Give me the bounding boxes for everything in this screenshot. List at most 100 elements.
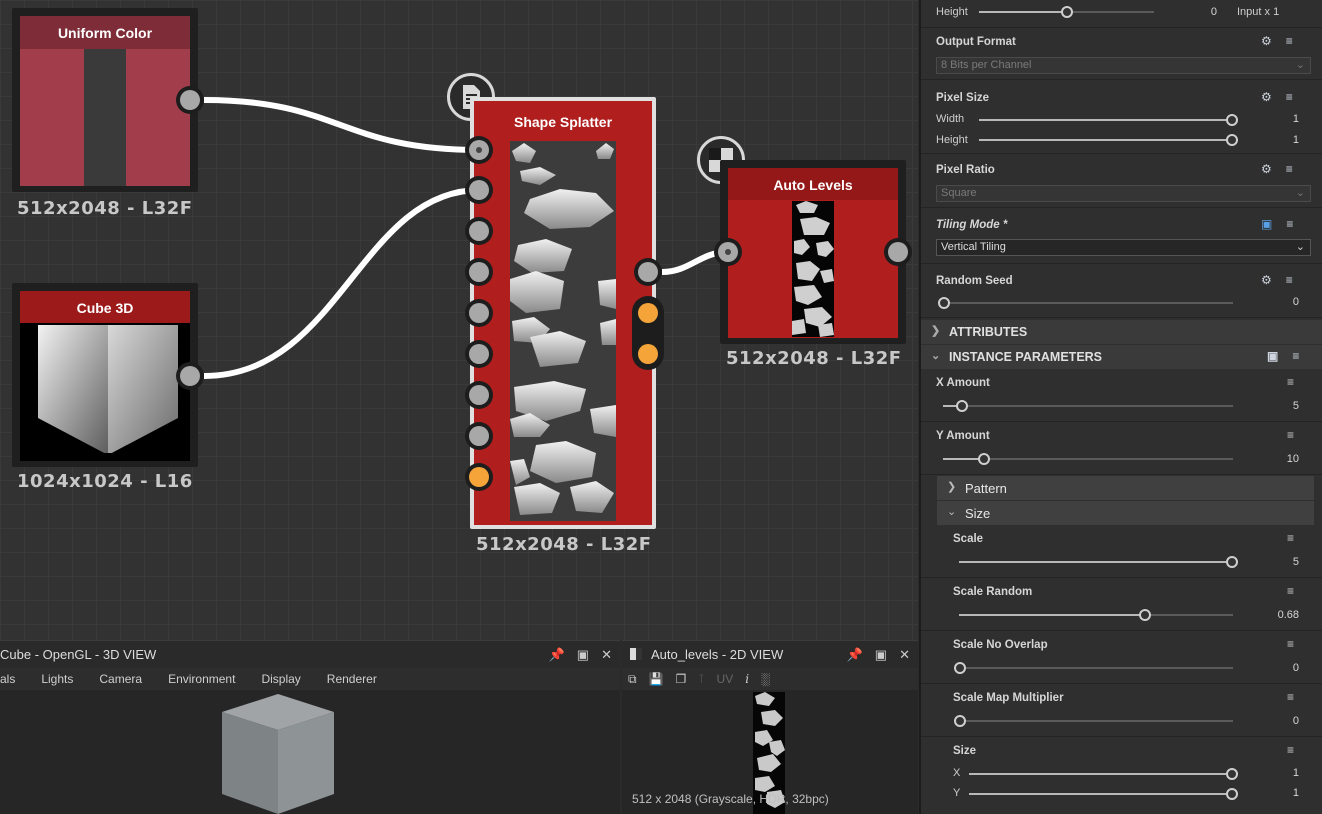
size-y-value[interactable]: 1 [1259,787,1299,799]
x-amount-slider-handle[interactable] [956,400,968,412]
float-window-icon[interactable]: ▣ [577,647,589,663]
output-format-dropdown[interactable]: 8 Bits per Channel ⌄ [936,57,1311,74]
float-window-icon[interactable]: ▣ [875,647,887,663]
scale-slider[interactable] [959,556,1238,568]
share-icon[interactable]: ⊺ [698,672,704,686]
random-seed-slider-handle[interactable] [938,297,950,309]
size-x-slider[interactable] [969,768,1238,780]
size-x-value[interactable]: 1 [1259,767,1299,779]
shape-splatter-output-2[interactable] [634,299,662,327]
scale-no-overlap-value[interactable]: 0 [1259,662,1299,674]
scale-map-multiplier-slider-handle[interactable] [954,715,966,727]
inherit-icon[interactable]: ⚙ [1261,273,1272,287]
save-icon[interactable]: 💾 [649,672,664,686]
uv-dropdown[interactable]: UV [717,672,734,686]
shape-splatter-input-8[interactable] [465,422,493,450]
auto-levels-output-port[interactable] [884,238,912,266]
options-icon[interactable]: ≡ [1287,743,1294,757]
options-icon[interactable]: ≡ [1286,90,1293,104]
instance-parameters-section[interactable]: ⌄ INSTANCE PARAMETERS ▣ ≡ [921,345,1322,369]
height-slider[interactable] [979,6,1154,18]
shape-splatter-input-4[interactable] [465,258,493,286]
size-group[interactable]: ⌄ Size [937,501,1314,525]
shape-splatter-input-9[interactable] [465,463,493,491]
menu-lights[interactable]: Lights [41,672,73,686]
options-icon[interactable]: ≡ [1287,690,1294,704]
pattern-group[interactable]: ❯ Pattern [937,476,1314,500]
view2d-viewport[interactable]: 512 x 2048 (Grayscale, HDR, 32bpc) [622,690,918,814]
menu-renderer[interactable]: Renderer [327,672,377,686]
shape-splatter-input-3[interactable] [465,217,493,245]
pixel-size-width-slider[interactable] [979,114,1238,126]
options-icon[interactable]: ≡ [1287,531,1294,545]
shape-splatter-input-2[interactable] [465,176,493,204]
random-seed-value[interactable]: 0 [1259,296,1299,308]
pixel-size-height-slider[interactable] [979,134,1238,146]
shape-splatter-input-5[interactable] [465,299,493,327]
shape-splatter-input-7[interactable] [465,381,493,409]
view3d-viewport[interactable] [0,690,620,814]
menu-camera[interactable]: Camera [99,672,142,686]
shape-splatter-node[interactable]: Shape Splatter [470,97,656,529]
y-amount-slider-handle[interactable] [978,453,990,465]
scale-random-slider-handle[interactable] [1139,609,1151,621]
scale-value[interactable]: 5 [1259,556,1299,568]
shape-splatter-output-1[interactable] [634,258,662,286]
options-icon[interactable]: ≡ [1292,349,1299,363]
size-y-slider[interactable] [969,788,1238,800]
scale-no-overlap-slider-handle[interactable] [954,662,966,674]
scale-slider-handle[interactable] [1226,556,1238,568]
options-icon[interactable]: ≡ [1287,637,1294,651]
preset-icon[interactable]: ▣ [1267,349,1278,363]
menu-environment[interactable]: Environment [168,672,235,686]
menu-display[interactable]: Display [261,672,300,686]
scale-map-multiplier-slider[interactable] [954,715,1233,727]
attributes-section[interactable]: ❯ ATTRIBUTES [921,320,1322,344]
y-amount-value[interactable]: 10 [1259,453,1299,465]
height-slider-handle[interactable] [1226,134,1238,146]
cube-3d-node[interactable]: Cube 3D [12,283,198,467]
pixel-size-height-value[interactable]: 1 [1259,134,1299,146]
x-amount-value[interactable]: 5 [1259,400,1299,412]
size-y-slider-handle[interactable] [1226,788,1238,800]
close-icon[interactable]: ✕ [601,647,612,663]
tiling-mode-dropdown[interactable]: Vertical Tiling ⌄ [936,239,1311,256]
inherit-icon[interactable]: ⚙ [1261,34,1272,48]
uniform-color-node[interactable]: Uniform Color [12,8,198,192]
height-slider-handle[interactable] [1061,6,1073,18]
scale-random-slider[interactable] [959,609,1233,621]
options-icon[interactable]: ≡ [1286,162,1293,176]
options-icon[interactable]: ≡ [1286,217,1293,231]
size-x-slider-handle[interactable] [1226,768,1238,780]
info-icon[interactable]: i [745,672,749,686]
scale-map-multiplier-value[interactable]: 0 [1259,715,1299,727]
pixel-ratio-dropdown[interactable]: Square ⌄ [936,185,1311,202]
scale-random-value[interactable]: 0.68 [1259,609,1299,621]
copy-view-icon[interactable]: ⧉ [628,672,637,687]
close-icon[interactable]: ✕ [899,647,910,663]
shape-splatter-input-6[interactable] [465,340,493,368]
pixel-size-width-value[interactable]: 1 [1259,113,1299,125]
copy-icon[interactable]: ❐ [676,672,687,686]
inherit-icon[interactable]: ⚙ [1261,162,1272,176]
width-slider-handle[interactable] [1226,114,1238,126]
options-icon[interactable]: ≡ [1287,428,1294,442]
graph-canvas[interactable]: Uniform Color 512x2048 - L32F Cube 3D 10… [0,0,918,640]
inherit-active-icon[interactable]: ▣ [1261,217,1272,231]
scale-no-overlap-slider[interactable] [954,662,1233,674]
uniform-color-output-port[interactable] [176,86,204,114]
cube-3d-output-port[interactable] [176,362,204,390]
height-value[interactable]: 0 [1177,6,1217,18]
auto-levels-input-port[interactable] [714,238,742,266]
pin-icon[interactable]: 📌 [549,647,565,663]
pin-icon[interactable]: 📌 [847,647,863,663]
inherit-icon[interactable]: ⚙ [1261,90,1272,104]
options-icon[interactable]: ≡ [1287,375,1294,389]
shape-splatter-output-3[interactable] [634,340,662,368]
auto-levels-node[interactable]: Auto Levels [720,160,906,344]
x-amount-slider[interactable] [943,400,1233,412]
options-icon[interactable]: ≡ [1286,34,1293,48]
options-icon[interactable]: ≡ [1287,584,1294,598]
y-amount-slider[interactable] [943,453,1233,465]
histogram-icon[interactable]: ░ [761,672,770,686]
